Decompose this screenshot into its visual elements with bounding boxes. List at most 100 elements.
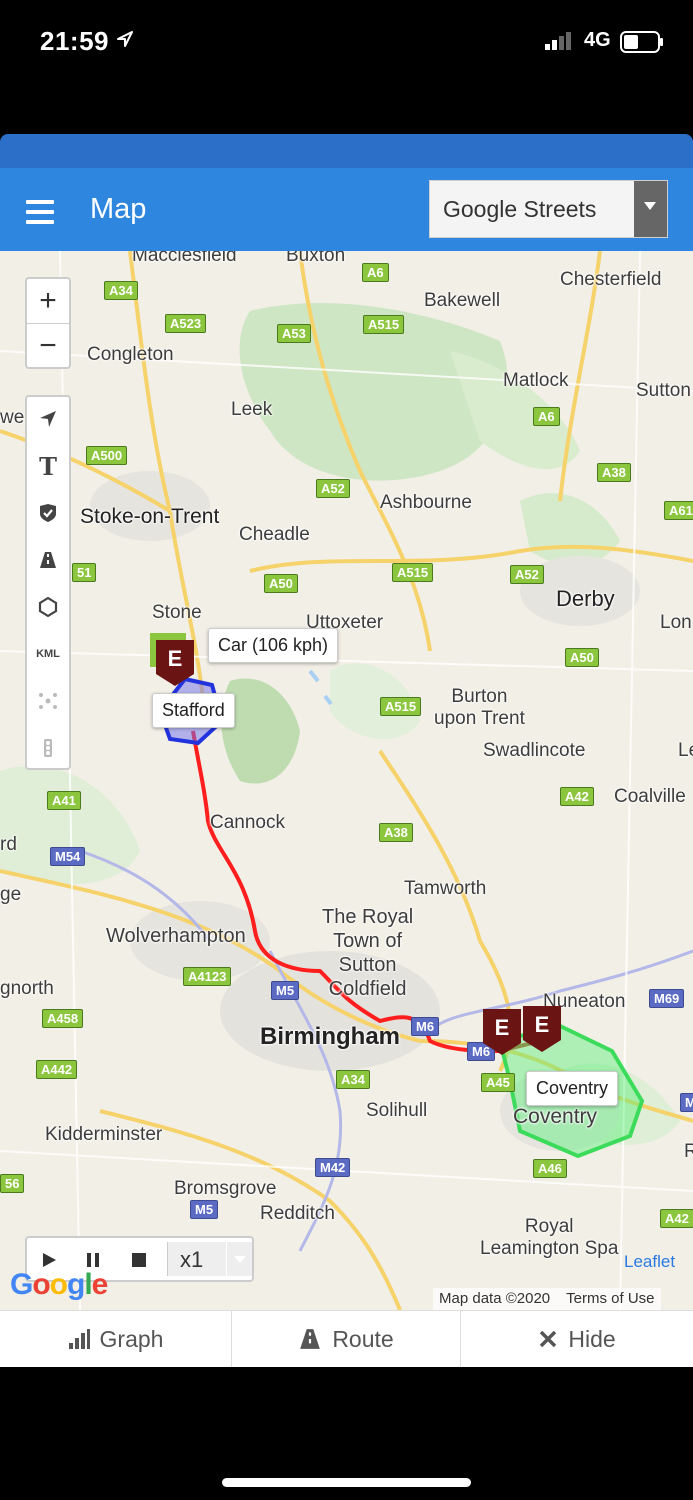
road-shield: A515: [363, 315, 405, 334]
place-label: Coventry: [513, 1105, 598, 1128]
road-shield: A61: [664, 501, 693, 520]
signal-icon: [545, 32, 571, 50]
leaflet-link[interactable]: Leaflet: [624, 1252, 675, 1272]
bar-chart-icon: [68, 1329, 90, 1349]
road-shield: A38: [597, 463, 631, 482]
road-shield: A4123: [183, 967, 232, 986]
place-label: Bromsgrove: [174, 1178, 277, 1199]
home-indicator[interactable]: [222, 1478, 471, 1487]
place-label: Derby: [556, 586, 615, 611]
road-shield: A52: [316, 479, 350, 498]
place-label: Wolverhampton: [106, 925, 246, 947]
road-shield: M6: [411, 1017, 440, 1036]
road-icon: [300, 1329, 321, 1349]
place-label: Stoke-on-Trent: [80, 505, 220, 528]
menu-icon[interactable]: [26, 200, 54, 226]
map-canvas[interactable]: Macclesfield Buxton Chesterfield Bakewel…: [0, 251, 693, 1310]
place-label: Lon: [660, 612, 692, 633]
chevron-down-icon[interactable]: [226, 1242, 253, 1276]
map-data-credit: Map data ©2020: [439, 1290, 551, 1307]
place-label: Ashbourne: [380, 492, 472, 513]
place-label: Leek: [231, 399, 273, 420]
place-label: The Royal Town of Sutton Coldfield: [322, 906, 414, 1000]
place-label: Le: [678, 740, 693, 761]
place-label: Cannock: [210, 812, 285, 833]
tab-graph[interactable]: Graph: [0, 1311, 232, 1367]
place-label: Coalville: [614, 786, 686, 807]
chevron-down-icon[interactable]: [634, 181, 667, 237]
vehicle-tooltip: Car (106 kph): [208, 628, 339, 663]
place-label: Congleton: [87, 344, 174, 365]
road-shield: A42: [560, 787, 594, 806]
speed-select[interactable]: x1: [167, 1242, 252, 1276]
road-shield: A42: [660, 1209, 693, 1228]
text-tool-icon[interactable]: T: [27, 444, 69, 488]
road-shield: A500: [86, 446, 128, 465]
geofence-icon[interactable]: [27, 585, 69, 629]
map-marker[interactable]: E: [156, 640, 194, 686]
tab-hide[interactable]: Hide: [461, 1311, 693, 1367]
road-shield: M: [680, 1093, 693, 1112]
place-label: Kidderminster: [45, 1124, 163, 1145]
road-shield: A523: [165, 314, 207, 333]
tab-label: Route: [332, 1325, 394, 1352]
road-shield: M5: [271, 981, 300, 1000]
place-label: Sutton: [636, 380, 691, 401]
navigate-icon[interactable]: [27, 397, 69, 441]
map-layer-value: Google Streets: [443, 196, 597, 222]
place-label: rd: [0, 834, 17, 855]
road-shield: A458: [42, 1009, 84, 1028]
tab-route[interactable]: Route: [232, 1311, 461, 1367]
stop-icon[interactable]: [125, 1246, 153, 1274]
road-shield: A52: [510, 565, 544, 584]
road-shield: M54: [50, 847, 86, 866]
traffic-light-icon[interactable]: [27, 726, 69, 770]
close-icon: [540, 1330, 557, 1348]
zoom-out-button[interactable]: −: [27, 324, 69, 368]
cluster-icon[interactable]: [27, 679, 69, 723]
road-shield: M69: [649, 989, 685, 1008]
place-label: Solihull: [366, 1100, 428, 1121]
map-marker[interactable]: E: [523, 1006, 561, 1052]
shield-check-icon[interactable]: [27, 491, 69, 535]
place-label: ge: [0, 884, 22, 905]
road-shield: M42: [315, 1158, 351, 1177]
terms-link[interactable]: Terms of Use: [566, 1290, 654, 1307]
place-label: Burton upon Trent: [434, 686, 525, 729]
road-shield: A515: [392, 563, 434, 582]
road-shield: A50: [264, 574, 298, 593]
location-arrow-icon: [117, 31, 133, 47]
place-label: Swadlincote: [483, 740, 586, 761]
road-shield: A6: [362, 263, 389, 282]
place-label: R: [684, 1141, 693, 1162]
kml-tool-icon[interactable]: KML: [27, 632, 69, 676]
place-label: Stone: [152, 602, 202, 623]
road-icon[interactable]: [27, 538, 69, 582]
road-shield: A53: [277, 324, 311, 343]
header-strip: [0, 134, 693, 168]
road-shield: A46: [533, 1159, 567, 1178]
tab-label: Graph: [99, 1325, 164, 1352]
road-shield: A45: [481, 1073, 515, 1092]
bottom-tab-bar: Graph Route Hide: [0, 1310, 693, 1367]
zoom-in-button[interactable]: +: [27, 279, 69, 324]
place-label: Bakewell: [424, 290, 501, 311]
road-shield: M5: [190, 1200, 219, 1219]
network-type: 4G: [584, 29, 611, 51]
road-shield: 56: [0, 1174, 25, 1193]
zoom-control: + −: [25, 277, 71, 369]
clock: 21:59: [40, 26, 109, 56]
map-layer-select[interactable]: Google Streets: [429, 180, 668, 238]
speed-value: x1: [180, 1247, 204, 1272]
road-shield: A6: [533, 407, 560, 426]
map-marker[interactable]: E: [483, 1009, 521, 1055]
place-label: Macclesfield: [132, 251, 237, 266]
place-label: Royal Leamington Spa: [480, 1216, 619, 1259]
place-label: gnorth: [0, 978, 54, 999]
place-label: Tamworth: [404, 878, 487, 899]
map-base-layer: [0, 251, 693, 1310]
page-title: Map: [90, 193, 147, 225]
geofence-tooltip: Stafford: [152, 693, 235, 728]
place-label: Chesterfield: [560, 269, 662, 290]
place-label: Redditch: [260, 1203, 335, 1224]
